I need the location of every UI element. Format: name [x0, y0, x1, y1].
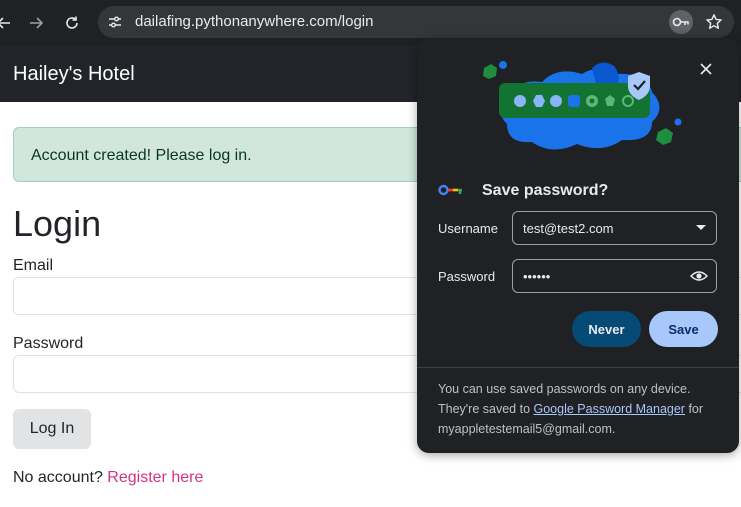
password-label: Password [13, 335, 84, 352]
password-illustration [483, 61, 682, 150]
password-value-field[interactable]: •••••• [512, 259, 717, 293]
password-label: Password [438, 269, 496, 284]
login-button[interactable]: Log In [13, 409, 91, 449]
dialog-footer: You can use saved passwords on any devic… [417, 367, 739, 453]
forward-icon[interactable] [24, 11, 48, 35]
url-text[interactable]: dailafing.pythonanywhere.com/login [135, 13, 373, 30]
password-key-icon[interactable] [669, 10, 693, 34]
site-brand[interactable]: Hailey's Hotel [13, 63, 135, 86]
register-link[interactable]: Register here [107, 469, 203, 486]
never-button[interactable]: Never [572, 311, 641, 347]
site-info-icon[interactable] [105, 12, 125, 32]
dialog-title: Save password? [482, 182, 609, 199]
dropdown-caret-icon[interactable] [696, 225, 706, 230]
username-select[interactable]: test@test2.com [512, 211, 717, 245]
bookmark-star-icon[interactable] [702, 10, 726, 34]
register-row: No account? Register here [13, 469, 203, 487]
back-icon[interactable] [0, 11, 16, 35]
show-password-icon[interactable] [690, 268, 708, 284]
footer-text: You can use saved passwords on any devic… [438, 379, 728, 439]
alert-message: Account created! Please log in. [31, 147, 252, 164]
email-label: Email [13, 257, 54, 274]
close-icon[interactable] [697, 60, 715, 78]
username-value: test@test2.com [523, 221, 614, 236]
google-key-icon [438, 184, 462, 196]
username-label: Username [438, 221, 498, 236]
reload-icon[interactable] [60, 11, 84, 35]
save-password-dialog: Save password? Username test@test2.com P… [417, 38, 739, 453]
save-button[interactable]: Save [649, 311, 718, 347]
password-manager-link[interactable]: Google Password Manager [534, 402, 685, 416]
password-value: •••••• [523, 269, 551, 284]
address-bar[interactable]: dailafing.pythonanywhere.com/login [98, 6, 734, 38]
register-prompt: No account? [13, 469, 103, 486]
page-title: Login [13, 203, 102, 244]
